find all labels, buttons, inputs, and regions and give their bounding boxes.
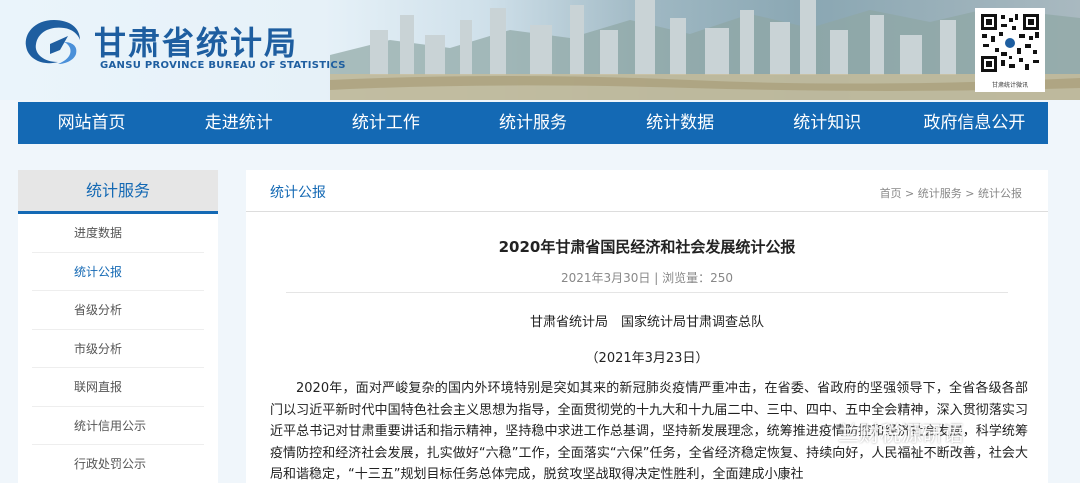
article-issuer: 甘肃省统计局 国家统计局甘肃调查总队 <box>529 315 764 330</box>
main-nav: 网站首页 走进统计 统计工作 统计服务 统计数据 统计知识 政府信息公开 <box>18 102 1048 144</box>
qr-caption: 甘肃统计微讯 <box>991 82 1028 89</box>
sidebar-item-provincial-analysis[interactable]: 省级分析 <box>32 291 204 330</box>
breadcrumb-bulletins[interactable]: 统计公报 <box>978 187 1022 200</box>
nav-item-services[interactable]: 统计服务 <box>459 102 606 144</box>
article-meta: 2021年3月30日 | 浏览量：250 <box>560 271 734 285</box>
wechat-qr-code: 甘肃统计微讯 <box>975 8 1045 92</box>
nav-item-about[interactable]: 走进统计 <box>165 102 312 144</box>
content-header: 统计公报 首页 > 统计服务 > 统计公报 <box>246 170 1048 212</box>
sidebar-item-online-reporting[interactable]: 联网直报 <box>32 368 204 407</box>
nav-item-home[interactable]: 网站首页 <box>18 102 165 144</box>
site-header: 甘肃省统计局 GANSU PROVINCE BUREAU OF STATISTI… <box>0 0 1080 100</box>
nav-item-gov-info[interactable]: 政府信息公开 <box>901 102 1048 144</box>
sidebar: 统计服务 进度数据 统计公报 省级分析 市级分析 联网直报 统计信用公示 行政处… <box>18 170 218 483</box>
watermark: 兰财税源研语 <box>838 422 964 446</box>
sidebar-item-bulletins[interactable]: 统计公报 <box>32 253 204 291</box>
sidebar-item-city-analysis[interactable]: 市级分析 <box>32 330 204 368</box>
article-title: 2020年甘肃省国民经济和社会发展统计公报 <box>498 238 796 256</box>
bureau-name-cn: 甘肃省统计局 <box>94 24 299 62</box>
article-date: （2021年3月23日） <box>585 351 709 366</box>
nav-item-knowledge[interactable]: 统计知识 <box>754 102 901 144</box>
divider <box>286 292 1008 293</box>
sidebar-title: 统计服务 <box>18 170 218 214</box>
breadcrumb-separator: > <box>961 187 978 200</box>
bureau-logo-icon <box>25 20 80 64</box>
nav-item-work[interactable]: 统计工作 <box>312 102 459 144</box>
section-title: 统计公报 <box>270 185 326 201</box>
breadcrumb-services[interactable]: 统计服务 <box>918 187 962 200</box>
breadcrumb-home[interactable]: 首页 <box>880 187 902 200</box>
qr-code-icon <box>979 12 1041 74</box>
nav-item-data[interactable]: 统计数据 <box>607 102 754 144</box>
bureau-name-en: GANSU PROVINCE BUREAU OF STATISTICS <box>100 60 346 71</box>
sidebar-item-progress-data[interactable]: 进度数据 <box>32 214 204 253</box>
city-skyline-banner <box>330 0 1080 100</box>
sidebar-item-credit-disclosure[interactable]: 统计信用公示 <box>32 407 204 445</box>
sidebar-item-penalty-disclosure[interactable]: 行政处罚公示 <box>32 445 204 483</box>
breadcrumb: 首页 > 统计服务 > 统计公报 <box>880 185 1022 201</box>
breadcrumb-separator: > <box>901 187 918 200</box>
